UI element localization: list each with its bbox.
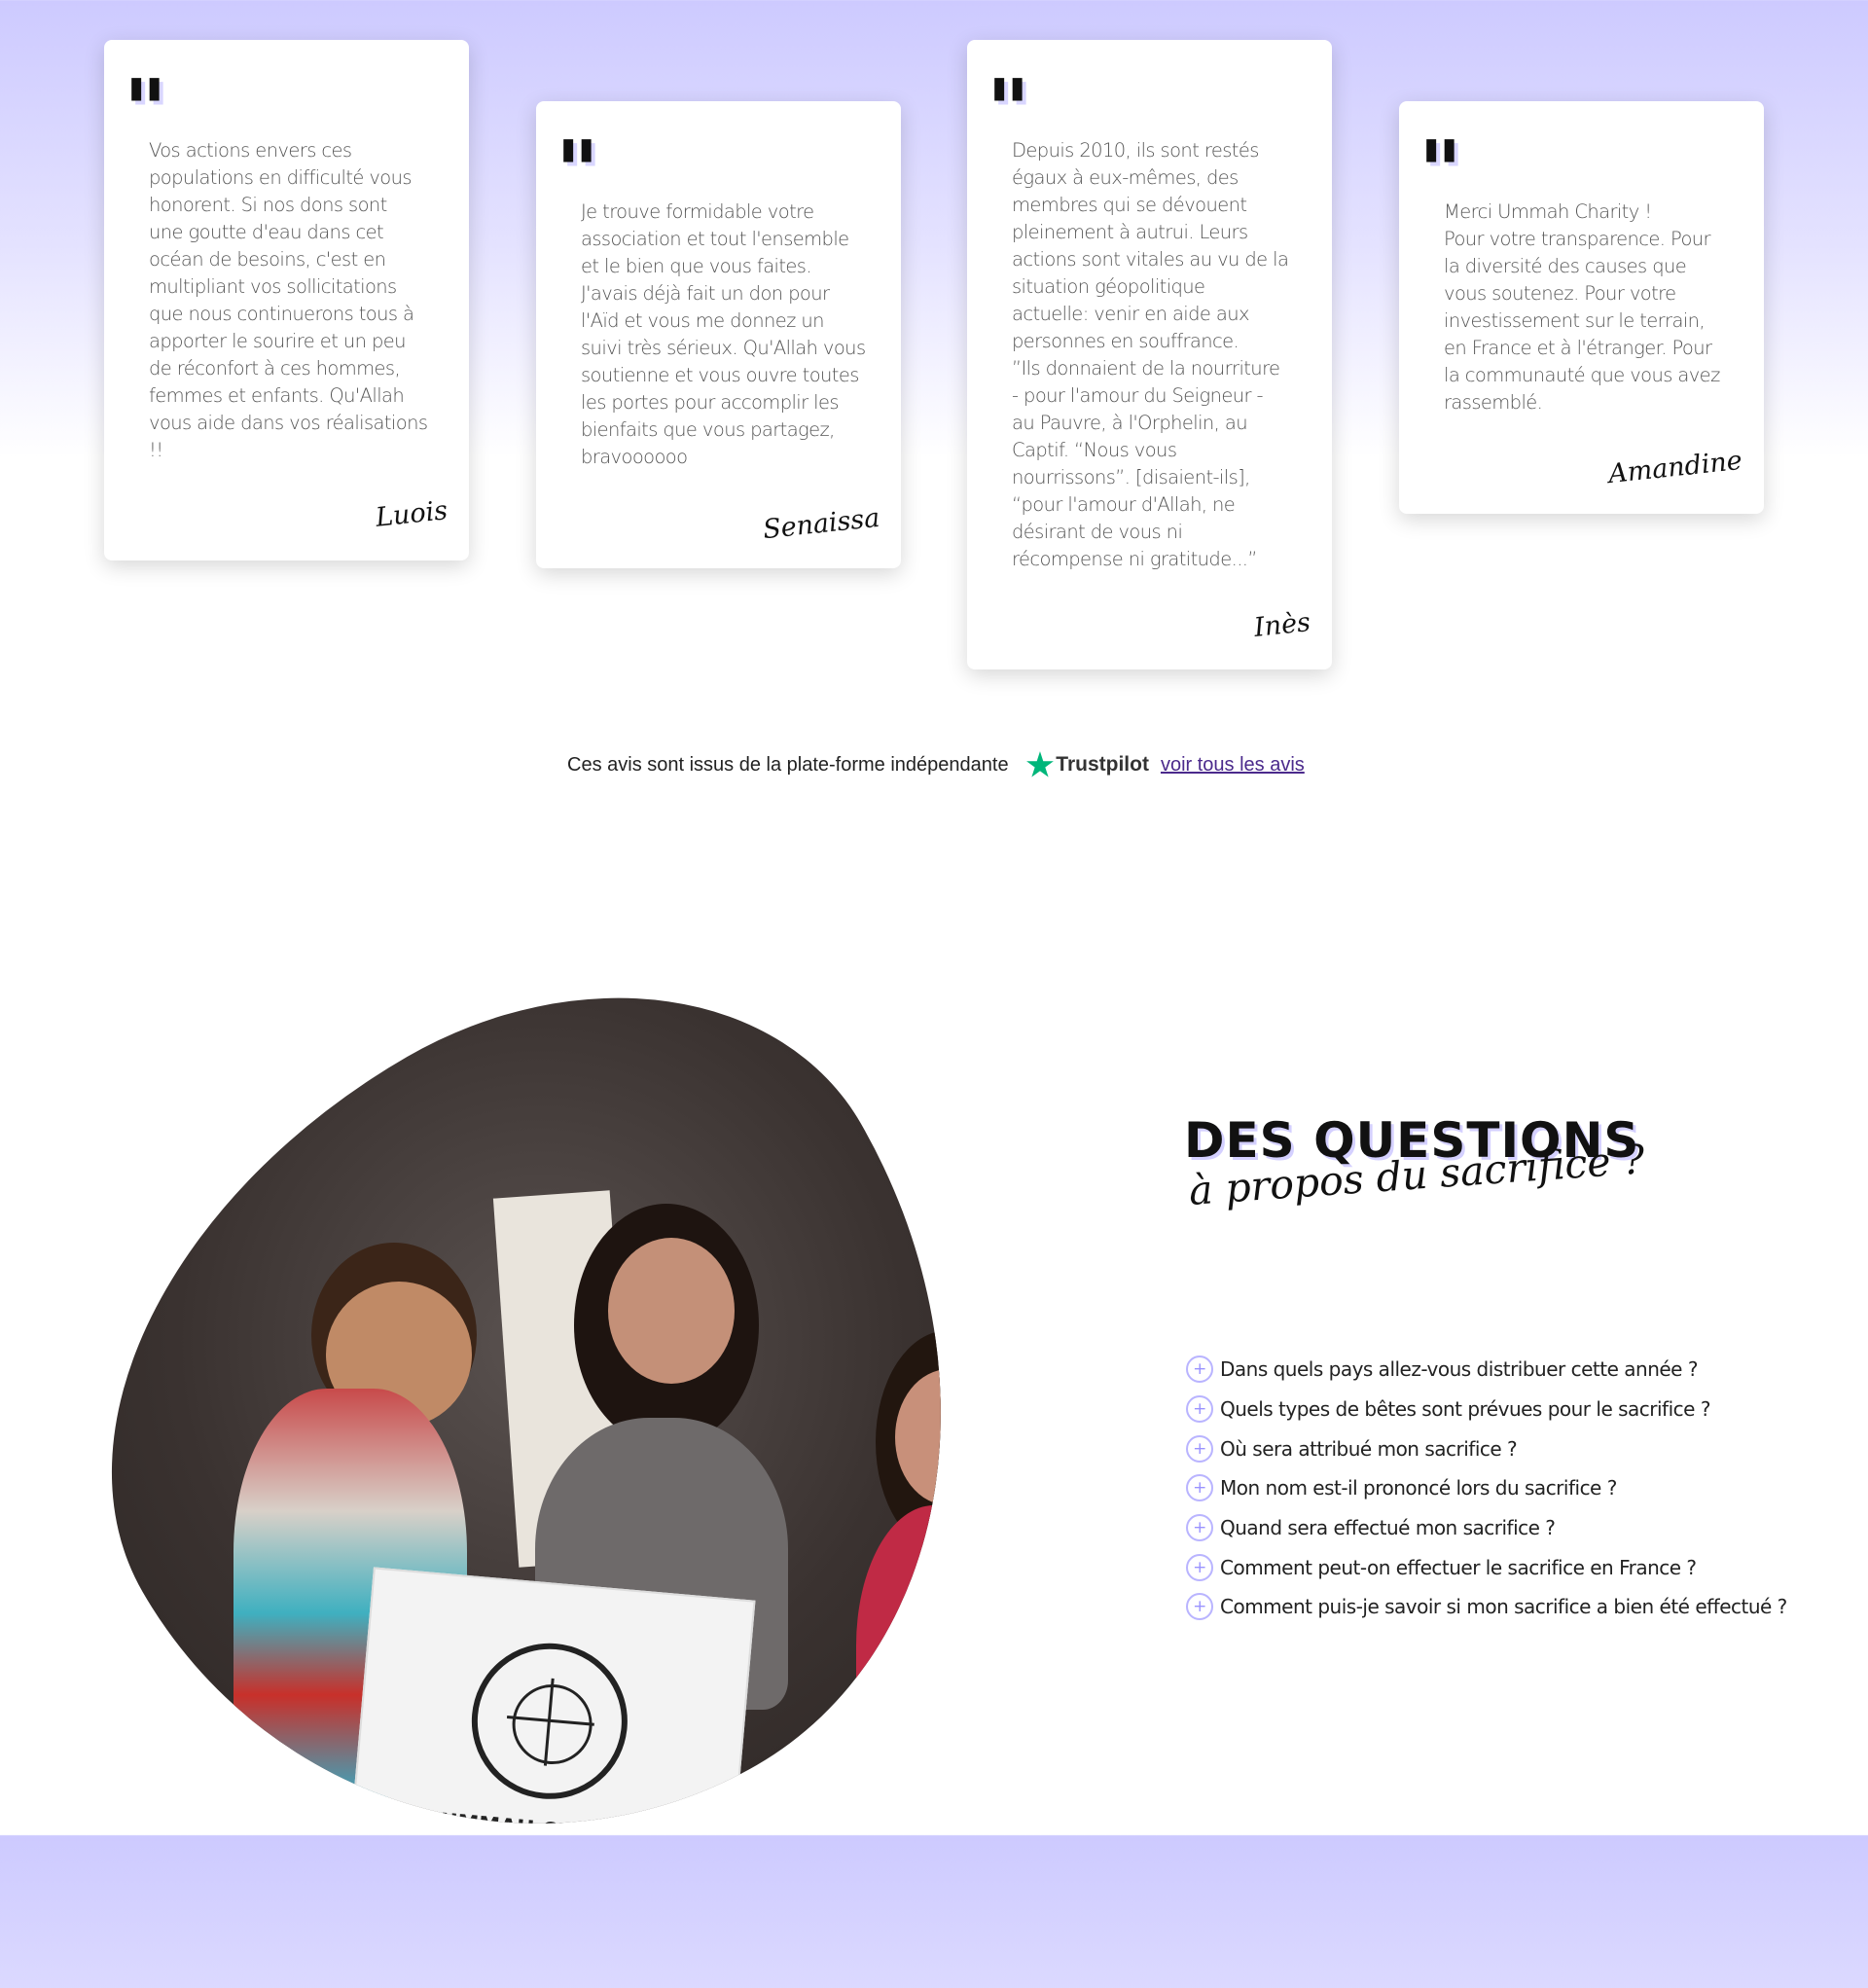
plus-icon[interactable]: + <box>1186 1355 1213 1384</box>
see-all-reviews-link[interactable]: voir tous les avis <box>1161 754 1305 777</box>
plus-icon[interactable]: + <box>1186 1553 1213 1581</box>
plus-icon[interactable]: + <box>1186 1395 1213 1424</box>
testimonial-card: " Vos actions envers ces populations en … <box>104 40 469 560</box>
trustpilot-star-icon: ★ <box>1025 747 1055 782</box>
faq-item[interactable]: + Comment peut-on effectuer le sacrifice… <box>1186 1547 1787 1587</box>
trustpilot-notice-text: Ces avis sont issus de la plate-forme in… <box>567 753 1009 776</box>
testimonial-card: " Je trouve formidable votre association… <box>536 101 901 568</box>
testimonial-text: Depuis 2010, ils sont restés égaux à eux… <box>1012 139 1289 570</box>
plus-icon[interactable]: + <box>1186 1474 1213 1502</box>
faq-question: Quels types de bêtes sont prévues pour l… <box>1220 1397 1710 1422</box>
box-logo-text: UMMAH CHARITY <box>439 1809 647 1852</box>
plus-icon[interactable]: + <box>1186 1593 1213 1621</box>
faq-item[interactable]: + Quels types de bêtes sont prévues pour… <box>1186 1390 1787 1429</box>
trustpilot-logo[interactable]: ★ Trustpilot <box>1026 749 1149 780</box>
faq-question: Comment puis-je savoir si mon sacrifice … <box>1220 1595 1787 1619</box>
testimonial-author: Inès <box>1252 607 1312 643</box>
testimonial-text: Je trouve formidable votre association e… <box>581 200 866 468</box>
trustpilot-notice: Ces avis sont issus de la plate-forme in… <box>567 749 1305 780</box>
testimonial-author: Senaissa <box>761 502 881 546</box>
children-photo: UMMAH CHARITY <box>0 877 1113 1988</box>
faq-list: + Dans quels pays allez-vous distribuer … <box>1186 1350 1787 1627</box>
faq-question: Mon nom est-il prononcé lors du sacrific… <box>1220 1476 1617 1500</box>
faq-item[interactable]: + Quand sera effectué mon sacrifice ? <box>1186 1508 1787 1548</box>
trustpilot-brand: Trustpilot <box>1056 753 1149 776</box>
testimonial-author: Luois <box>374 495 449 533</box>
testimonial-text: Merci Ummah Charity ! Pour votre transpa… <box>1444 200 1720 414</box>
plus-icon[interactable]: + <box>1186 1514 1213 1542</box>
faq-item[interactable]: + Dans quels pays allez-vous distribuer … <box>1186 1350 1787 1390</box>
faq-question: Où sera attribué mon sacrifice ? <box>1220 1436 1518 1461</box>
faq-question: Comment peut-on effectuer le sacrifice e… <box>1220 1555 1697 1579</box>
faq-item[interactable]: + Mon nom est-il prononcé lors du sacrif… <box>1186 1468 1787 1508</box>
ummah-charity-logo <box>465 1637 634 1806</box>
plus-icon[interactable]: + <box>1186 1434 1213 1463</box>
faq-item[interactable]: + Comment puis-je savoir si mon sacrific… <box>1186 1587 1787 1627</box>
faq-question: Quand sera effectué mon sacrifice ? <box>1220 1516 1556 1540</box>
testimonial-card: " Merci Ummah Charity ! Pour votre trans… <box>1399 101 1764 514</box>
testimonial-author: Amandine <box>1606 445 1744 490</box>
faq-question: Dans quels pays allez-vous distribuer ce… <box>1220 1357 1698 1382</box>
faq-item[interactable]: + Où sera attribué mon sacrifice ? <box>1186 1428 1787 1468</box>
testimonial-card: " Depuis 2010, ils sont restés égaux à e… <box>967 40 1332 669</box>
testimonial-text: Vos actions envers ces populations en di… <box>149 139 428 461</box>
